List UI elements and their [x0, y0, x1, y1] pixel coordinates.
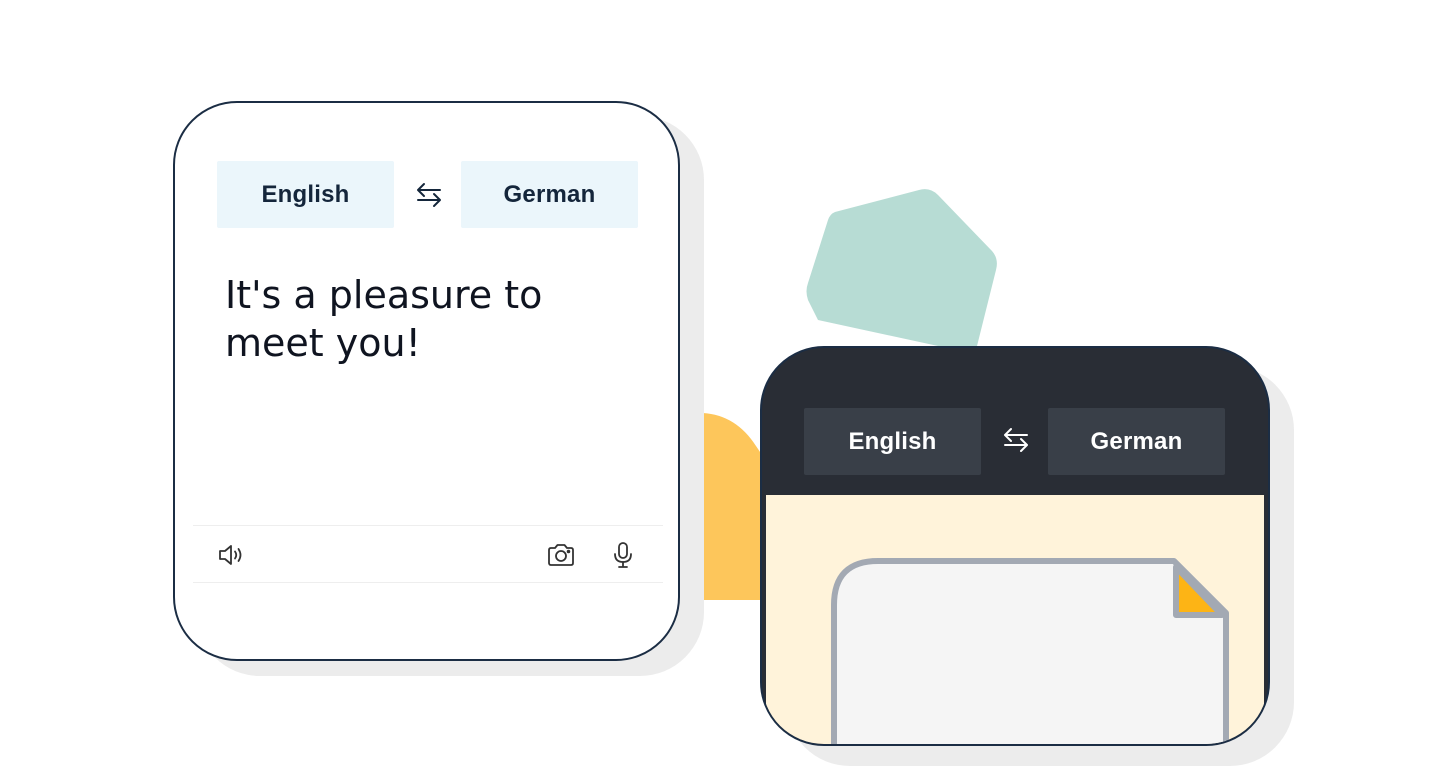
swap-arrows-icon[interactable]	[996, 420, 1036, 460]
document-icon	[831, 558, 1229, 744]
toolbar-bottom-divider	[193, 582, 663, 583]
speaker-icon[interactable]	[215, 539, 247, 571]
mint-hexagon-shape	[806, 189, 997, 354]
phone-light: English German It's a pleasure to meet y…	[173, 101, 680, 661]
source-language-button[interactable]: English	[217, 161, 394, 228]
target-language-button-dark[interactable]: German	[1048, 408, 1225, 475]
microphone-icon[interactable]	[607, 539, 639, 571]
toolbar-top-divider	[193, 525, 663, 526]
target-language-button[interactable]: German	[461, 161, 638, 228]
translation-input-text[interactable]: It's a pleasure to meet you!	[225, 271, 605, 367]
document-preview-area	[766, 495, 1264, 744]
swap-arrows-icon[interactable]	[409, 175, 449, 215]
source-language-button-dark[interactable]: English	[804, 408, 981, 475]
phone-dark: English German	[760, 346, 1270, 746]
camera-icon[interactable]	[545, 539, 577, 571]
